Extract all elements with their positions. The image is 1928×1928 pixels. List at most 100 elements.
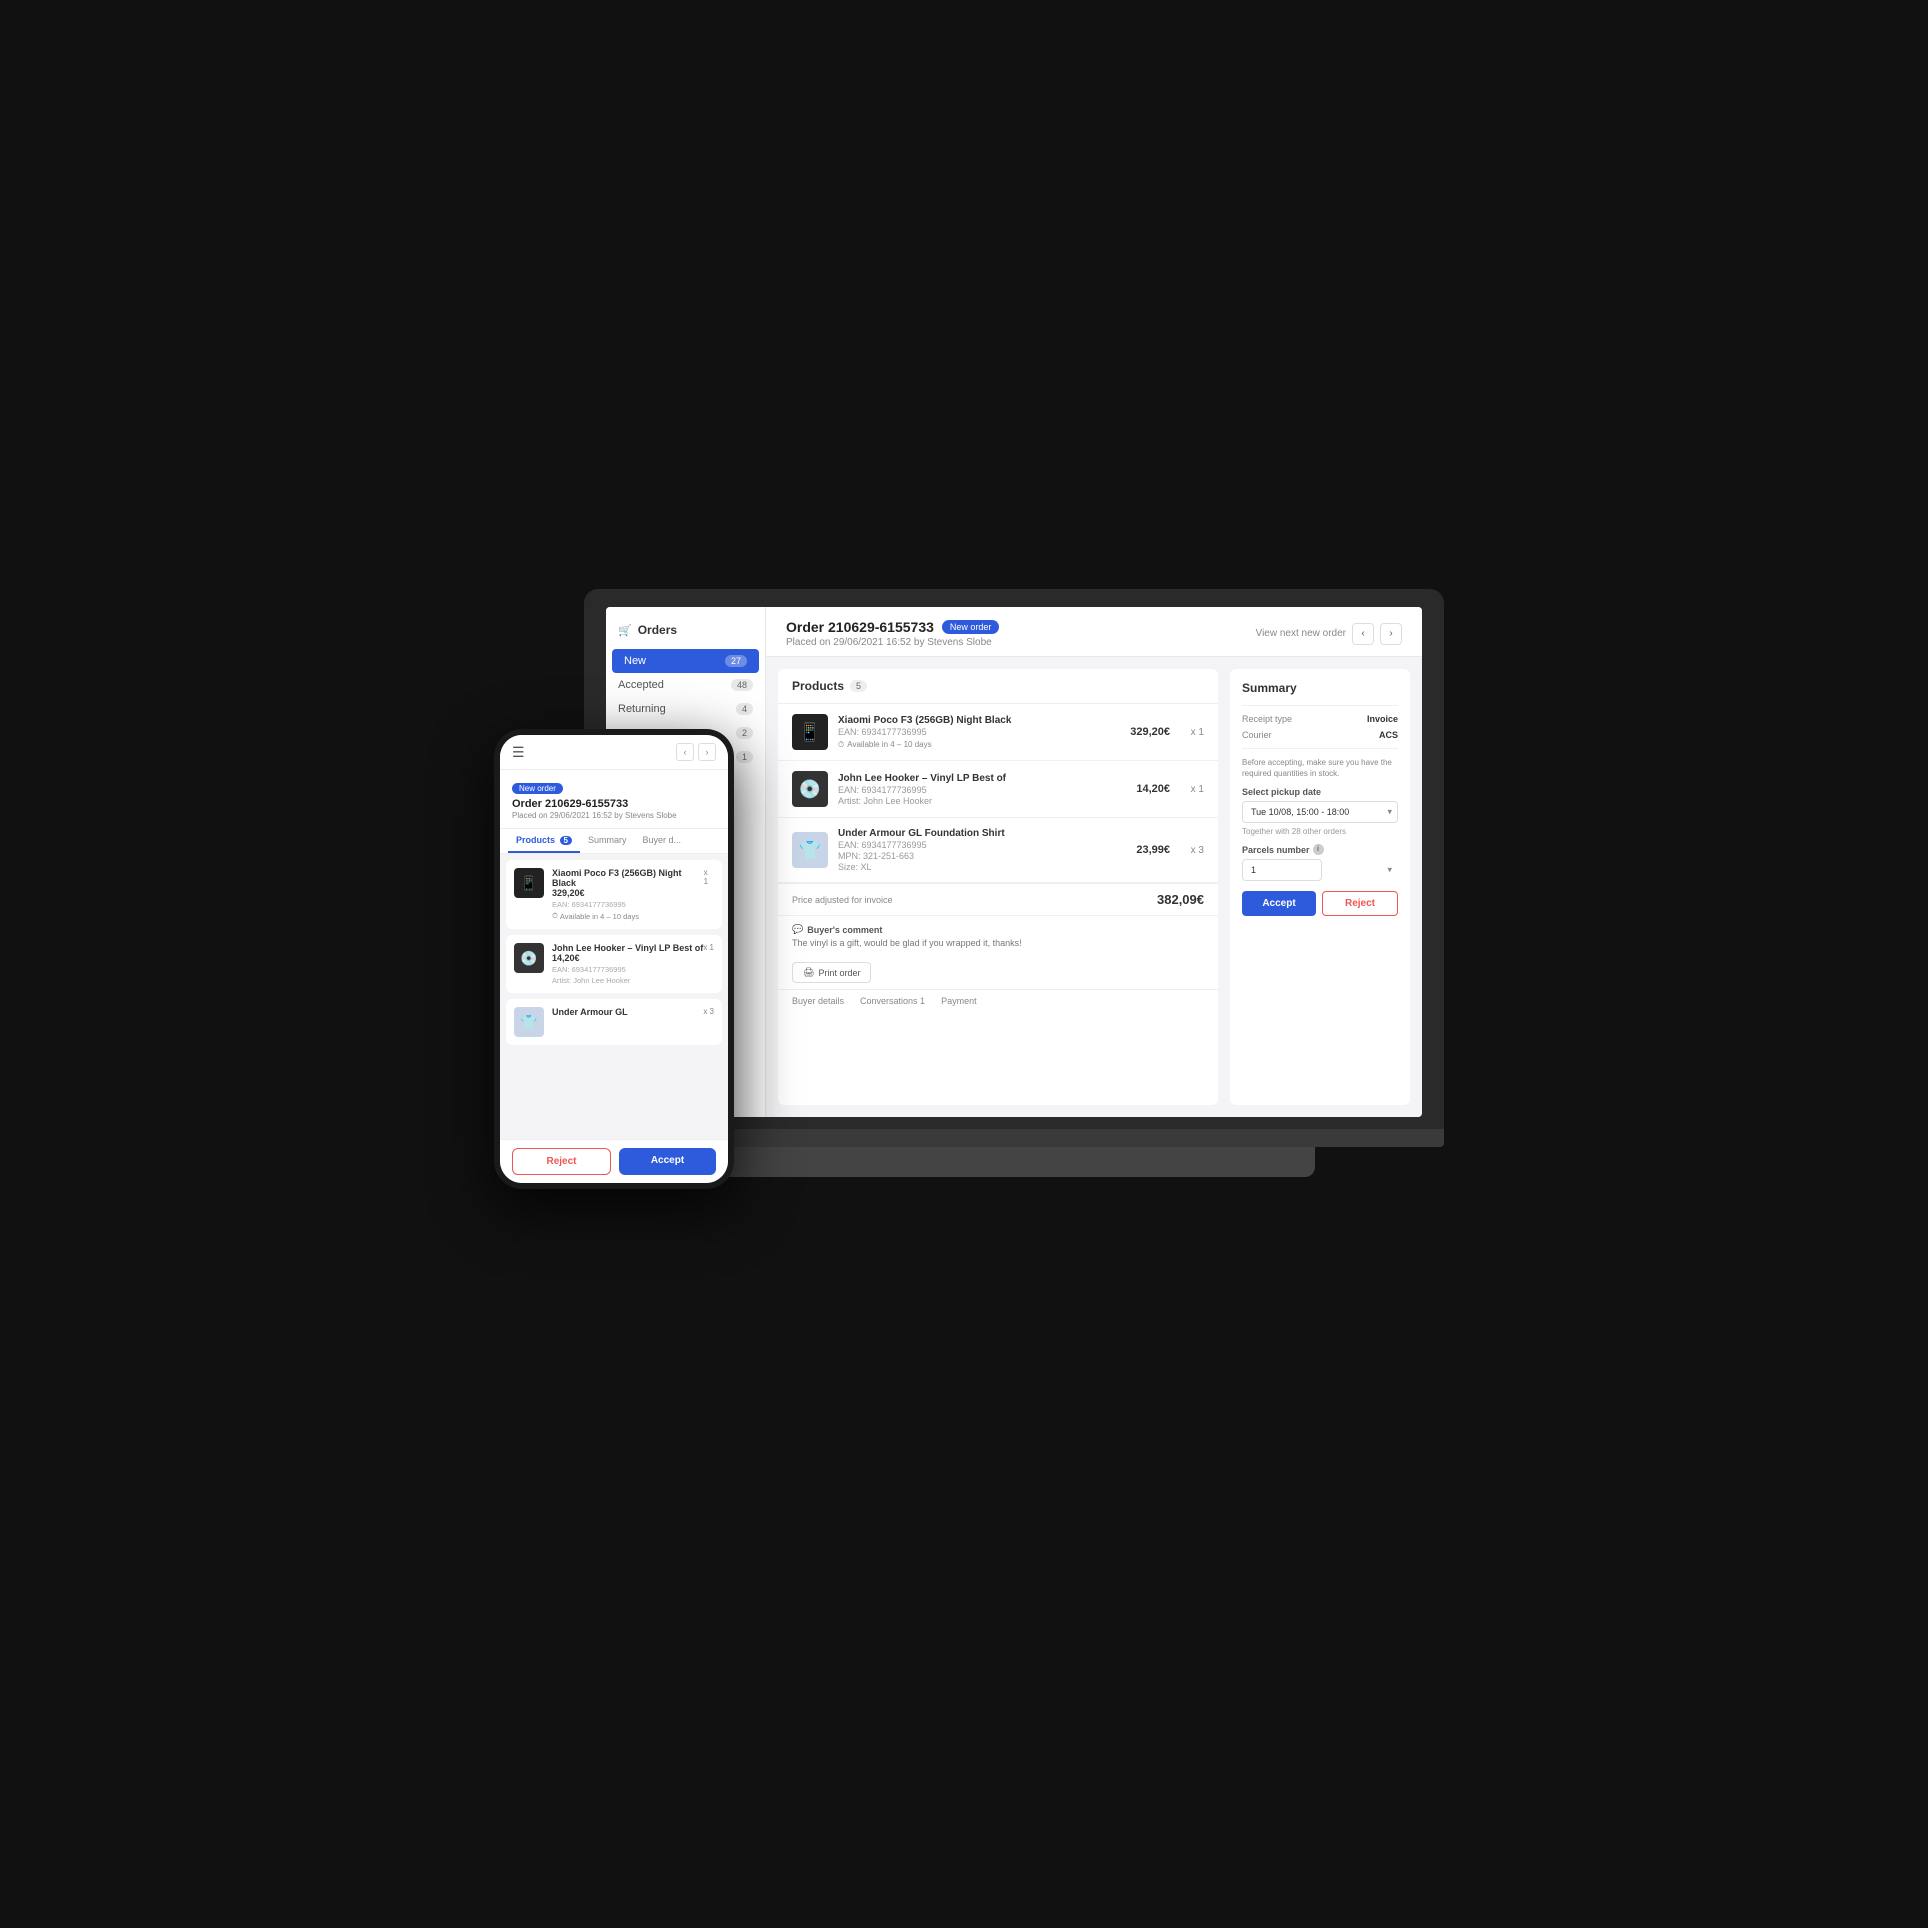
next-order-button[interactable]: › [1380, 623, 1402, 645]
sidebar-item-returning[interactable]: Returning 4 [606, 697, 765, 721]
products-count: 5 [850, 680, 867, 692]
sidebar-title: 🛒 Orders [606, 623, 765, 649]
mobile-prev-button[interactable]: ‹ [676, 743, 694, 761]
accepted-badge: 48 [731, 679, 753, 691]
product-item-3: 👕 Under Armour GL Foundation Shirt EAN: … [778, 818, 1218, 883]
products-title: Products [792, 679, 844, 693]
product-artist-2: Artist: John Lee Hooker [838, 796, 1126, 806]
product-qty-3: x 3 [1180, 845, 1204, 856]
parcels-select[interactable]: 1 2 3 [1242, 859, 1322, 881]
pickup-date-select[interactable]: Tue 10/08, 15:00 - 18:00 [1242, 801, 1398, 823]
mobile-tab-buyer[interactable]: Buyer d... [635, 829, 690, 853]
mobile-clock-icon-1: ⏱ [552, 911, 558, 921]
summary-note: Before accepting, make sure you have the… [1242, 757, 1398, 779]
cart-icon: 🛒 [618, 624, 632, 637]
mobile-tab-summary[interactable]: Summary [580, 829, 635, 853]
product-price-2: 14,20€ [1136, 783, 1170, 795]
comment-icon: 💬 [792, 924, 803, 935]
mobile-next-button[interactable]: › [698, 743, 716, 761]
receipt-value: Invoice [1367, 714, 1398, 724]
nav-controls: View next new order ‹ › [1256, 623, 1402, 645]
view-next-label: View next new order [1256, 628, 1346, 639]
order-status-badge: New order [942, 620, 1000, 634]
product-price-3: 23,99€ [1136, 844, 1170, 856]
mobile-ean-2: EAN: 6934177736995 [552, 965, 714, 974]
mobile-tab-products[interactable]: Products 5 [508, 829, 580, 853]
mobile-product-2: 💿 John Lee Hooker – Vinyl LP Best of x 1… [506, 935, 722, 993]
mobile-order-badge: New order [512, 783, 563, 794]
courier-value: ACS [1379, 730, 1398, 740]
clock-icon-1: ⏱ [838, 740, 844, 750]
content-area: Products 5 📱 Xiaomi Poco F3 (256GB) Nigh… [766, 657, 1422, 1117]
mobile-product-img-3: 👕 [514, 1007, 544, 1037]
mobile-order-header: New order Order 210629-6155733 Placed on… [500, 770, 728, 829]
product-name-1: Xiaomi Poco F3 (256GB) Night Black [838, 715, 1120, 726]
receipt-row: Receipt type Invoice [1242, 714, 1398, 724]
mobile-product-price-1: 329,20€ [552, 888, 714, 898]
product-name-2: John Lee Hooker – Vinyl LP Best of [838, 773, 1126, 784]
sidebar-item-accepted[interactable]: Accepted 48 [606, 673, 765, 697]
mobile-product-row-1: 📱 Xiaomi Poco F3 (256GB) Night Black x 1… [514, 868, 714, 921]
action-buttons: Accept Reject [1242, 891, 1398, 916]
mobile-product-row-2: 💿 John Lee Hooker – Vinyl LP Best of x 1… [514, 943, 714, 985]
mobile-accept-button[interactable]: Accept [619, 1148, 716, 1175]
mobile-ean-1: EAN: 6934177736995 [552, 900, 714, 909]
product-qty-1: x 1 [1180, 727, 1204, 738]
tab-conversations[interactable]: Conversations 1 [860, 996, 925, 1012]
order-meta: Placed on 29/06/2021 16:52 by Stevens Sl… [786, 637, 999, 648]
product-ean-3: EAN: 6934177736995 [838, 840, 1126, 850]
summary-panel: Summary Receipt type Invoice Courier ACS [1230, 669, 1410, 1105]
buyer-comment-text: The vinyl is a gift, would be glad if yo… [792, 938, 1204, 948]
receipt-label: Receipt type [1242, 714, 1292, 724]
pickup-label: Select pickup date [1242, 787, 1398, 797]
tab-payment[interactable]: Payment [941, 996, 977, 1012]
prev-order-button[interactable]: ‹ [1352, 623, 1374, 645]
product-info-3: Under Armour GL Foundation Shirt EAN: 69… [838, 828, 1126, 872]
tab-buyer-details[interactable]: Buyer details [792, 996, 844, 1012]
product-name-3: Under Armour GL Foundation Shirt [838, 828, 1126, 839]
product-img-1: 📱 [792, 714, 828, 750]
product-price-1: 329,20€ [1130, 726, 1170, 738]
product-item-2: 💿 John Lee Hooker – Vinyl LP Best of EAN… [778, 761, 1218, 818]
mobile-tabs: Products 5 Summary Buyer d... [500, 829, 728, 854]
accept-button[interactable]: Accept [1242, 891, 1316, 916]
mobile-product-info-2: John Lee Hooker – Vinyl LP Best of x 1 1… [552, 943, 714, 985]
mobile-artist-2: Artist: John Lee Hooker [552, 976, 714, 985]
buyer-comment-header: 💬 Buyer's comment [792, 924, 1204, 935]
together-note: Together with 28 other orders [1242, 827, 1398, 836]
price-total: 382,09€ [1157, 892, 1204, 907]
product-ean-1: EAN: 6934177736995 [838, 727, 1120, 737]
mobile-product-qty-2: x 1 [703, 943, 714, 952]
mobile-screen: ☰ ‹ › New order Order 210629-6155733 Pla… [500, 735, 728, 1183]
order-title-row: Order 210629-6155733 New order [786, 619, 999, 635]
product-mpn-3: MPN: 321-251-663 [838, 851, 1126, 861]
product-item-1: 📱 Xiaomi Poco F3 (256GB) Night Black EAN… [778, 704, 1218, 761]
mobile-reject-button[interactable]: Reject [512, 1148, 611, 1175]
mobile-products-badge: 5 [560, 836, 572, 845]
product-qty-2: x 1 [1180, 784, 1204, 795]
mobile-order-number: Order 210629-6155733 [512, 798, 716, 810]
mobile-product-row-3: 👕 Under Armour GL x 3 [514, 1007, 714, 1037]
courier-row: Courier ACS [1242, 730, 1398, 740]
product-ean-2: EAN: 6934177736995 [838, 785, 1126, 795]
hamburger-icon[interactable]: ☰ [512, 744, 525, 761]
mobile-device: ☰ ‹ › New order Order 210629-6155733 Pla… [494, 729, 734, 1189]
main-content: Order 210629-6155733 New order Placed on… [766, 607, 1422, 1117]
product-img-2: 💿 [792, 771, 828, 807]
sidebar-item-new[interactable]: New 27 [612, 649, 759, 673]
price-adj-label: Price adjusted for invoice [792, 895, 893, 905]
mobile-product-img-1: 📱 [514, 868, 544, 898]
mobile-product-qty-3: x 3 [703, 1007, 714, 1016]
price-adjusted-row: Price adjusted for invoice 382,09€ [778, 883, 1218, 915]
mobile-product-img-2: 💿 [514, 943, 544, 973]
mobile-product-info-1: Xiaomi Poco F3 (256GB) Night Black x 1 3… [552, 868, 714, 921]
mobile-order-meta: Placed on 29/06/2021 16:52 by Stevens Sl… [512, 811, 716, 820]
reject-button[interactable]: Reject [1322, 891, 1398, 916]
order-header: Order 210629-6155733 New order Placed on… [766, 607, 1422, 657]
buyer-comment-section: 💬 Buyer's comment The vinyl is a gift, w… [778, 915, 1218, 956]
new-badge: 27 [725, 655, 747, 667]
laptop-notch [713, 1147, 1315, 1177]
product-size-3: Size: XL [838, 862, 1126, 872]
print-order-button[interactable]: 🖨 Print order [792, 962, 871, 983]
summary-title: Summary [1242, 681, 1398, 695]
